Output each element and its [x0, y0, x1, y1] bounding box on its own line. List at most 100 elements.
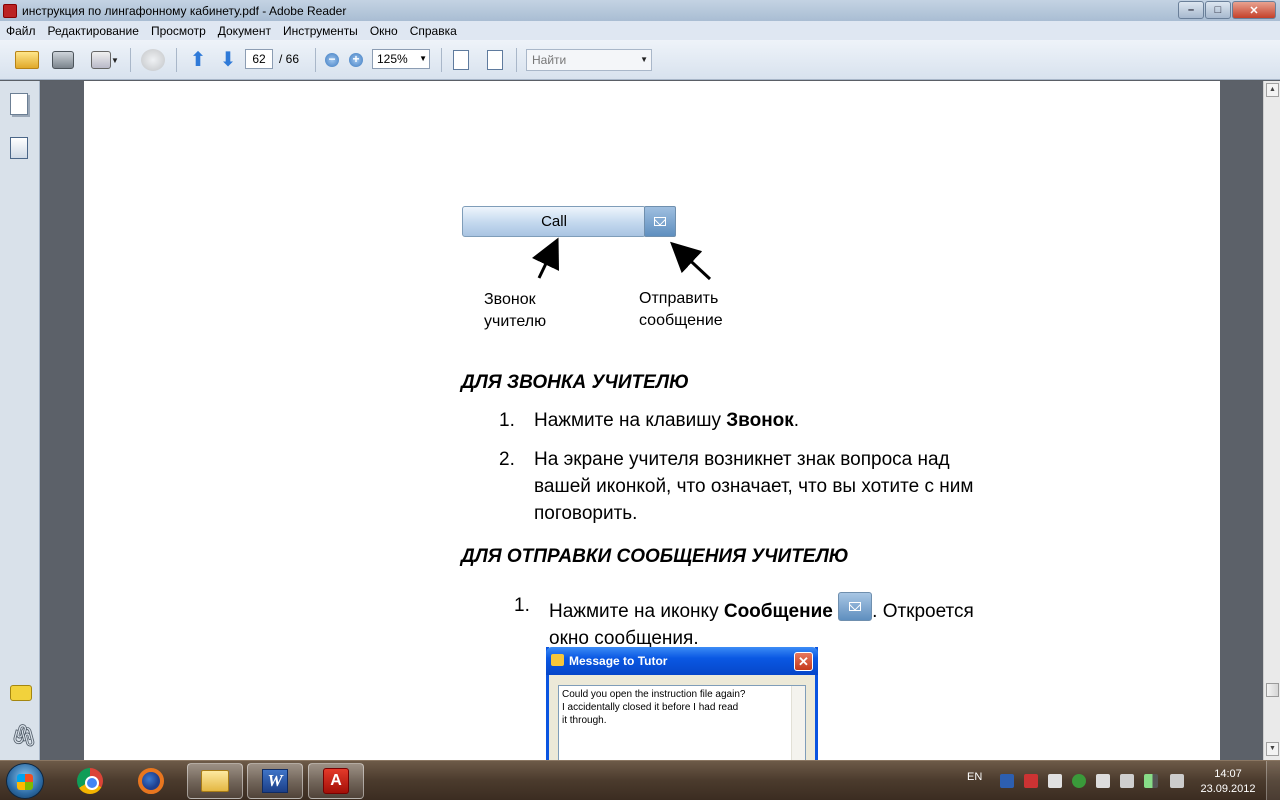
caption-message-line2: сообщение — [639, 312, 723, 329]
previous-page-button[interactable]: ⬆ — [186, 49, 210, 71]
tray-icon-settings[interactable] — [1048, 774, 1062, 788]
menu-edit[interactable]: Редактирование — [42, 24, 145, 38]
text-span: . Откроется — [872, 601, 974, 622]
printer-icon — [52, 51, 74, 69]
acrobat-icon: A — [323, 768, 349, 794]
folder-icon — [201, 770, 229, 792]
scroll-thumb[interactable] — [1266, 683, 1279, 697]
zoom-select[interactable]: 125% ▼ — [372, 49, 430, 69]
text-span: Нажмите на клавишу — [534, 410, 727, 431]
arrow-to-call — [531, 237, 560, 279]
caption-call: Звонок учителю — [484, 289, 546, 333]
dialog-close-icon: ✕ — [794, 652, 813, 671]
list-item: 2. На экране учителя возникнет знак вопр… — [499, 446, 1099, 527]
menu-tools[interactable]: Инструменты — [277, 24, 364, 38]
find-input[interactable]: Найти ▼ — [526, 49, 652, 71]
collaborate-button[interactable] — [139, 49, 167, 71]
fit-page-button[interactable] — [484, 49, 506, 71]
arrow-up-icon: ⬆ — [189, 49, 207, 71]
language-indicator[interactable]: EN — [967, 771, 982, 783]
page-number-input[interactable]: 62 — [245, 49, 273, 69]
document-viewport[interactable]: Call Звонок учителю Отправить сообщение … — [41, 81, 1263, 760]
text-line: вашей иконкой, что означает, что вы хоти… — [534, 476, 974, 497]
pages-panel-icon[interactable] — [10, 93, 28, 115]
close-button[interactable]: ✕ — [1232, 1, 1276, 19]
tray-icon-power[interactable] — [1120, 774, 1134, 788]
zoom-out-button[interactable]: − — [323, 49, 341, 71]
caption-call-line1: Звонок — [484, 291, 536, 308]
text-line: Нажмите на иконку Сообщение . Откроется — [549, 592, 974, 625]
fit-page-icon — [487, 50, 503, 70]
menu-help[interactable]: Справка — [404, 24, 463, 38]
text-line: it through. — [562, 715, 607, 726]
window-controls: – □ ✕ — [1177, 1, 1276, 19]
message-to-tutor-dialog-illustration: Message to Tutor ✕ Could you open the in… — [546, 647, 818, 760]
tray-icon-update[interactable] — [1072, 774, 1086, 788]
scroll-up-button[interactable]: ▲ — [1266, 83, 1279, 97]
taskbar-acrobat[interactable]: A — [308, 763, 364, 799]
fit-width-icon — [453, 50, 469, 70]
vertical-scrollbar[interactable]: ▲ ▼ — [1263, 81, 1280, 760]
list-number: 1. — [514, 595, 530, 616]
caption-call-line2: учителю — [484, 313, 547, 330]
chevron-down-icon: ▼ — [111, 55, 119, 65]
comments-icon[interactable] — [10, 685, 32, 701]
list-text: На экране учителя возникнет знак вопроса… — [534, 446, 973, 527]
text-span: Нажмите на иконку — [549, 601, 724, 622]
menu-document[interactable]: Документ — [212, 24, 277, 38]
dialog-app-icon — [551, 654, 564, 666]
signal-icon[interactable] — [1144, 774, 1158, 788]
heading-call-teacher: ДЛЯ ЗВОНКА УЧИТЕЛЮ — [461, 372, 689, 393]
print-button[interactable] — [49, 49, 77, 71]
taskbar-word[interactable]: W — [247, 763, 303, 799]
tray-icon-network[interactable] — [1000, 774, 1014, 788]
bold-text: Звонок — [726, 410, 794, 431]
toolbar-separator — [516, 48, 517, 72]
taskbar-chrome[interactable] — [62, 763, 118, 799]
chevron-down-icon: ▼ — [419, 54, 427, 63]
zoom-in-icon: + — [349, 53, 363, 67]
flag-icon[interactable] — [1096, 774, 1110, 788]
attachments-icon[interactable]: 🖇 — [10, 723, 38, 748]
menu-file[interactable]: Файл — [0, 24, 42, 38]
system-clock[interactable]: 14:07 23.09.2012 — [1198, 767, 1258, 797]
next-page-button[interactable]: ⬇ — [216, 49, 240, 71]
start-button[interactable] — [6, 763, 44, 799]
adobe-reader-icon — [3, 3, 17, 18]
taskbar-explorer[interactable] — [187, 763, 243, 799]
scroll-down-button[interactable]: ▼ — [1266, 742, 1279, 756]
toolbar-separator — [315, 48, 316, 72]
page-total: / 66 — [279, 52, 300, 66]
taskbar: W A EN 14:07 23.09.2012 — [0, 760, 1280, 800]
chevron-down-icon: ▼ — [640, 55, 648, 64]
maximize-button[interactable]: □ — [1205, 1, 1231, 19]
open-button[interactable] — [12, 49, 42, 71]
text-line: поговорить. — [534, 503, 638, 524]
caption-message-line1: Отправить — [639, 290, 719, 307]
clock-date: 23.09.2012 — [1200, 783, 1256, 795]
navigation-pane: 🖇 — [0, 81, 40, 760]
bookmarks-panel-icon[interactable] — [10, 137, 28, 159]
zoom-in-button[interactable]: + — [347, 49, 365, 71]
menu-view[interactable]: Просмотр — [145, 24, 212, 38]
toolbar-separator — [441, 48, 442, 72]
menu-window[interactable]: Окно — [364, 24, 404, 38]
message-icon-inline — [838, 592, 873, 621]
pdf-page: Call Звонок учителю Отправить сообщение … — [84, 81, 1220, 760]
arrow-to-message — [670, 241, 712, 281]
window-title: инструкция по лингафонному кабинету.pdf … — [22, 3, 347, 18]
text-line: I accidentally closed it before I had re… — [562, 702, 739, 713]
tray-icon-acrobat[interactable] — [1024, 774, 1038, 788]
globe-icon — [141, 49, 165, 71]
share-button[interactable]: ▼ — [86, 49, 124, 71]
taskbar-firefox[interactable] — [123, 763, 179, 799]
dialog-message-text: Could you open the instruction file agai… — [558, 685, 806, 760]
fit-width-button[interactable] — [450, 49, 472, 71]
speaker-icon[interactable] — [1170, 774, 1184, 788]
list-item: 1. Нажмите на клавишу Звонок. — [499, 407, 1099, 434]
text-span: . — [793, 410, 800, 431]
menu-bar: Файл Редактирование Просмотр Документ Ин… — [0, 21, 1280, 40]
show-desktop-button[interactable] — [1266, 761, 1280, 800]
list-text: Нажмите на клавишу Звонок. — [534, 407, 799, 434]
minimize-button[interactable]: – — [1178, 1, 1204, 19]
